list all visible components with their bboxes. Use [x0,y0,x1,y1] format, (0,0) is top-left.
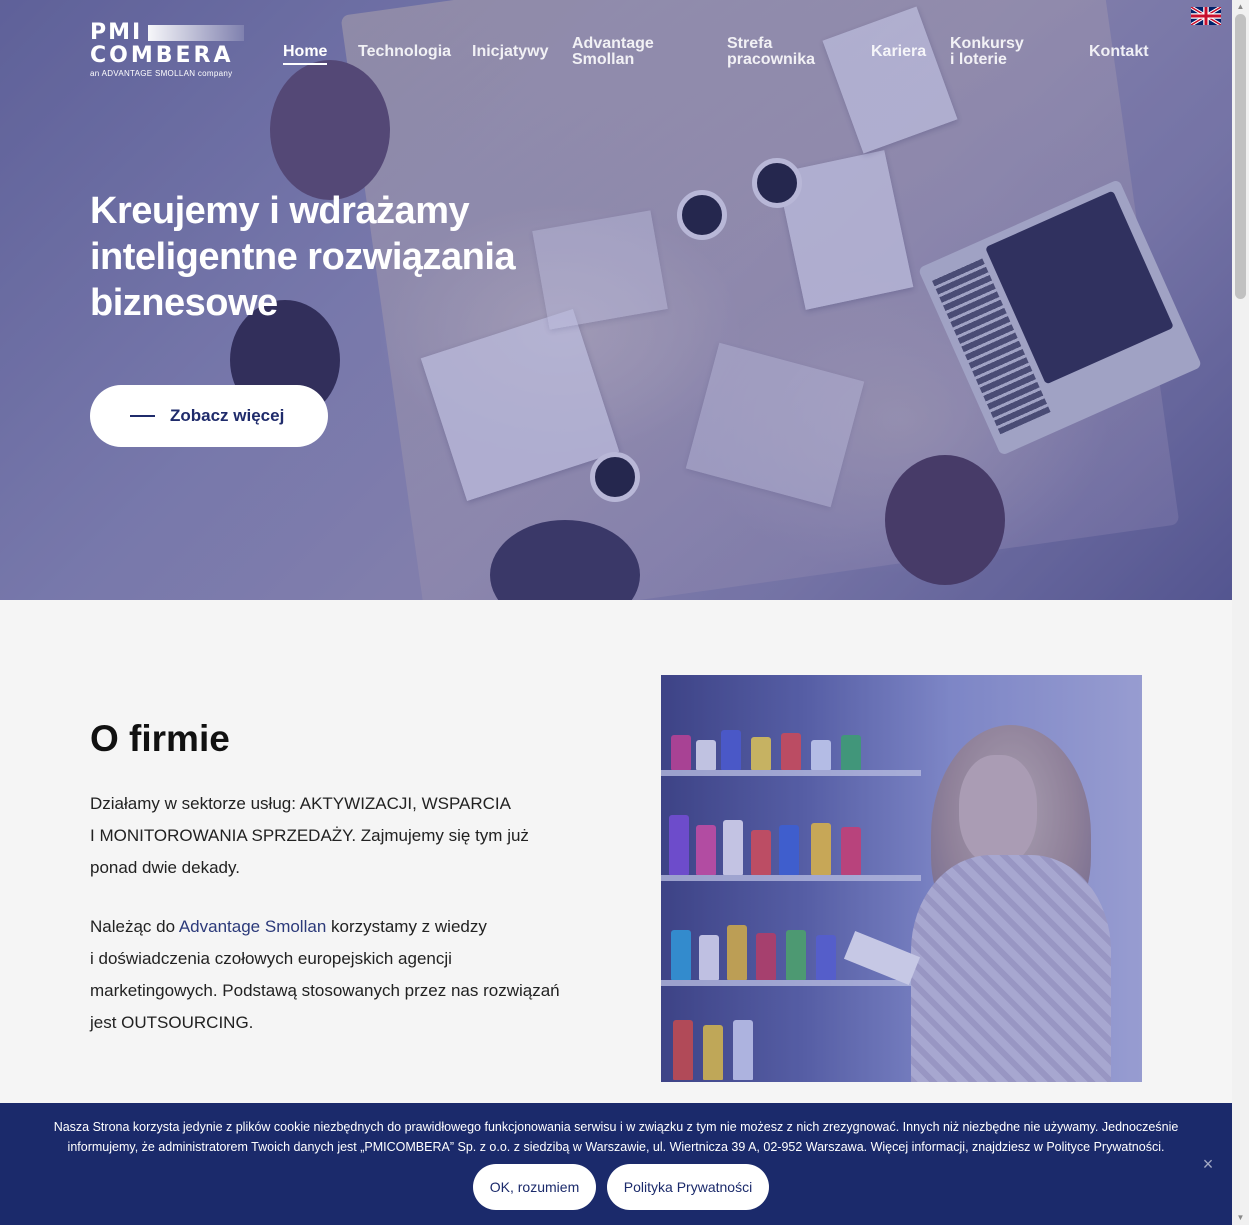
about-p2-line4: jest OUTSOURCING. [90,1013,254,1032]
scrollbar[interactable]: ▲ ▼ [1232,0,1249,1225]
about-p2-line3: marketingowych. Podstawą stosowanych prz… [90,981,560,1000]
about-p2-line2: i doświadczenia czołowych europejskich a… [90,949,452,968]
nav-technologia[interactable]: Technologia [358,44,451,60]
nav-kariera[interactable]: Kariera [871,44,926,60]
nav-advantage-line2: Smollan [572,51,635,68]
scrollbar-thumb[interactable] [1235,14,1246,299]
hero-title-line2: inteligentne rozwiązania [90,236,516,278]
about-title: O firmie [90,718,230,759]
hero-title-line3: biznesowe [90,282,278,324]
about-p1-line3: ponad dwie dekady. [90,858,240,877]
nav-konkursy-line2: i loterie [950,51,1007,68]
cookie-text-line2: informujemy, że administratorem Twoich d… [67,1140,1165,1154]
privacy-policy-button[interactable]: Polityka Prywatności [607,1164,769,1210]
nav-konkursy-loterie[interactable]: Konkursy i loterie [950,36,1024,68]
cookie-banner: Nasza Strona korzysta jedynie z plików c… [0,1103,1232,1225]
nav-strefa-line1: Strefa [727,35,773,52]
nav-konkursy-line1: Konkursy [950,35,1024,52]
nav-inicjatywy[interactable]: Inicjatywy [472,44,548,60]
about-p1-line1: Działamy w sektorze usług: AKTYWIZACJI, … [90,794,511,813]
about-p2-pre: Należąc do [90,917,179,936]
nav-advantage-smollan[interactable]: Advantage Smollan [572,36,654,68]
scroll-up-arrow-icon[interactable]: ▲ [1232,0,1249,14]
nav-kontakt[interactable]: Kontakt [1089,44,1149,60]
about-paragraph-1: Działamy w sektorze usług: AKTYWIZACJI, … [90,788,570,884]
dash-icon [130,415,155,417]
cookie-accept-button[interactable]: OK, rozumiem [473,1164,596,1210]
about-store-photo [661,675,1142,1082]
see-more-button[interactable]: Zobacz więcej [90,385,328,447]
nav-strefa-line2: pracownika [727,51,816,68]
see-more-label: Zobacz więcej [170,406,285,425]
hero-title: Kreujemy i wdrażamy inteligentne rozwiąz… [90,188,560,326]
main-nav: Home Technologia Inicjatywy Advantage Sm… [0,0,1232,90]
uk-flag-icon[interactable] [1191,7,1221,25]
nav-strefa-pracownika[interactable]: Strefa pracownika [727,36,815,68]
cookie-text: Nasza Strona korzysta jedynie z plików c… [20,1117,1212,1157]
cookie-text-line1: Nasza Strona korzysta jedynie z plików c… [53,1120,1179,1134]
scroll-down-arrow-icon[interactable]: ▼ [1232,1211,1249,1225]
about-p1-line2: I MONITOROWANIA SPRZEDAŻY. Zajmujemy się… [90,826,529,845]
about-paragraph-2: Należąc do Advantage Smollan korzystamy … [90,911,570,1039]
about-p2-post: korzystamy z wiedzy [326,917,487,936]
advantage-smollan-link[interactable]: Advantage Smollan [179,917,326,936]
nav-home[interactable]: Home [283,44,328,65]
nav-advantage-line1: Advantage [572,35,654,52]
hero-title-line1: Kreujemy i wdrażamy [90,190,470,232]
close-icon[interactable]: × [1199,1155,1217,1173]
